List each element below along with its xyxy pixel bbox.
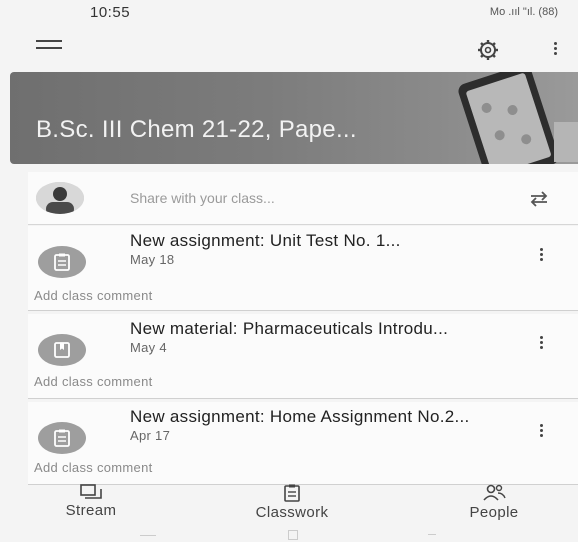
stream-icon bbox=[80, 484, 102, 499]
post-title[interactable]: New assignment: Home Assignment No.2... … bbox=[130, 408, 500, 445]
nav-people-label: People bbox=[469, 504, 519, 521]
post-options-icon[interactable] bbox=[536, 334, 546, 354]
nav-classwork[interactable]: Classwork bbox=[222, 484, 362, 521]
post-title[interactable]: New material: Pharmaceuticals Introdu...… bbox=[130, 320, 500, 357]
add-class-comment[interactable]: Add class comment bbox=[34, 288, 153, 303]
nav-stream[interactable]: Stream bbox=[46, 484, 136, 519]
share-input[interactable]: Share with your class... bbox=[130, 190, 275, 206]
bottom-navigation: Stream Classwork People bbox=[0, 484, 578, 526]
add-class-comment[interactable]: Add class comment bbox=[34, 374, 153, 389]
status-indicators: Mo .ııl "ıl. (88) bbox=[489, 6, 558, 18]
assignment-icon bbox=[38, 422, 86, 454]
system-navigation-bar bbox=[0, 528, 578, 542]
post-options-icon[interactable] bbox=[536, 422, 546, 442]
post-date: May 4 bbox=[130, 340, 167, 355]
post-date: May 18 bbox=[130, 252, 175, 267]
classwork-icon bbox=[284, 484, 300, 502]
people-icon bbox=[483, 484, 506, 501]
banner-illustration bbox=[458, 72, 578, 164]
status-bar: 10:55 Mo .ııl "ıl. (88) bbox=[0, 0, 578, 28]
post-options-icon[interactable] bbox=[536, 246, 546, 266]
system-menu-button[interactable] bbox=[140, 535, 156, 536]
nav-classwork-label: Classwork bbox=[255, 504, 329, 521]
post-title[interactable]: New assignment: Unit Test No. 1... May 1… bbox=[130, 232, 500, 269]
class-banner[interactable]: B.Sc. III Chem 21-22, Pape... bbox=[10, 72, 578, 164]
more-options-icon[interactable] bbox=[550, 40, 560, 60]
hamburger-icon[interactable] bbox=[36, 40, 62, 56]
nav-people[interactable]: People bbox=[446, 484, 542, 521]
system-home-button[interactable] bbox=[288, 530, 298, 540]
top-app-bar bbox=[0, 28, 578, 70]
post-date: Apr 17 bbox=[130, 428, 171, 443]
system-back-button[interactable] bbox=[428, 534, 436, 535]
assignment-icon bbox=[38, 246, 86, 278]
stream-post[interactable]: New material: Pharmaceuticals Introdu...… bbox=[28, 314, 578, 399]
material-icon bbox=[38, 334, 86, 366]
gear-icon[interactable] bbox=[476, 38, 500, 62]
share-with-class-card[interactable]: Share with your class... bbox=[28, 172, 578, 225]
avatar bbox=[36, 182, 84, 214]
status-time: 10:55 bbox=[90, 4, 131, 21]
stream-post[interactable]: New assignment: Home Assignment No.2... … bbox=[28, 402, 578, 485]
repost-icon[interactable] bbox=[528, 190, 550, 208]
stream-post[interactable]: New assignment: Unit Test No. 1... May 1… bbox=[28, 226, 578, 311]
add-class-comment[interactable]: Add class comment bbox=[34, 460, 153, 475]
nav-stream-label: Stream bbox=[65, 502, 117, 519]
class-title: B.Sc. III Chem 21-22, Pape... bbox=[36, 116, 357, 143]
